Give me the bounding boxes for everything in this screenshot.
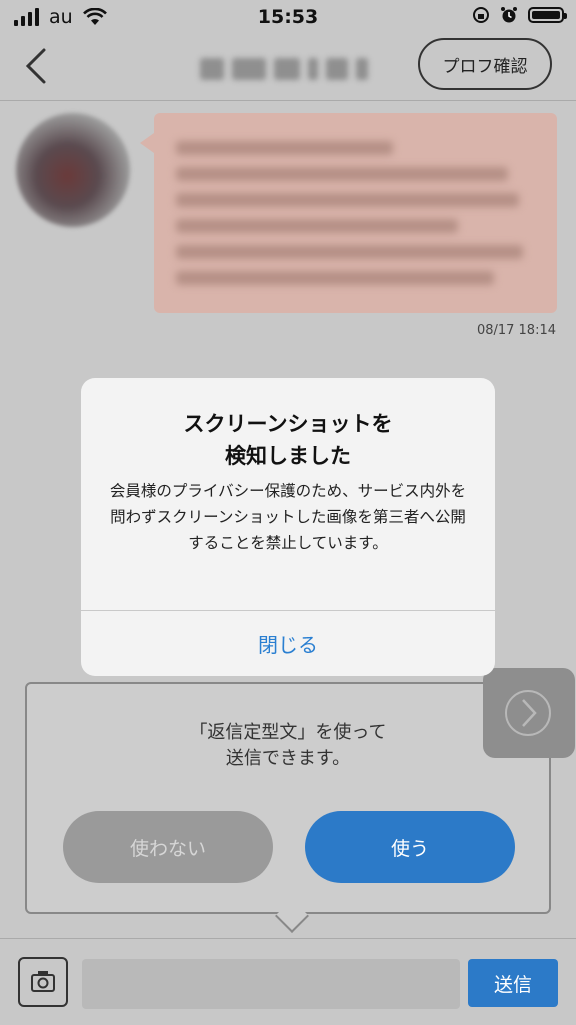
chevron-right-icon xyxy=(522,699,537,727)
alert-close-button[interactable]: 閉じる xyxy=(81,611,495,676)
message-input[interactable] xyxy=(82,959,460,1009)
battery-icon xyxy=(528,7,567,23)
alert-message: 会員様のプライバシー保護のため、サービス内外を問わずスクリーンショットした画像を… xyxy=(109,482,467,552)
avatar[interactable] xyxy=(16,113,130,227)
composer-bar: 送信 xyxy=(0,938,576,1025)
orientation-lock-icon xyxy=(473,7,489,23)
partner-name-blurred xyxy=(200,58,380,80)
template-prompt-line1: 「返信定型文」を使って xyxy=(189,722,387,743)
camera-button[interactable] xyxy=(18,957,68,1007)
status-bar: au 15:53 xyxy=(0,0,576,34)
message-timestamp: 08/17 18:14 xyxy=(476,323,556,338)
next-button[interactable] xyxy=(483,668,575,758)
send-button[interactable]: 送信 xyxy=(468,959,558,1007)
use-template-button[interactable]: 使う xyxy=(305,811,515,883)
profile-check-button[interactable]: プロフ確認 xyxy=(418,38,552,90)
nav-bar: プロフ確認 xyxy=(0,34,576,101)
camera-icon xyxy=(31,971,55,992)
template-prompt-line2: 送信できます。 xyxy=(225,748,351,769)
reply-template-prompt: 「返信定型文」を使って 送信できます。 使わない 使う xyxy=(25,682,551,914)
decline-template-button[interactable]: 使わない xyxy=(63,811,273,883)
alarm-icon xyxy=(501,7,517,23)
message-bubble-blurred xyxy=(140,113,557,313)
screenshot-detected-alert: スクリーンショットを 検知しました 会員様のプライバシー保護のため、サービス内外… xyxy=(81,378,495,676)
back-button[interactable] xyxy=(18,44,58,88)
chevron-left-icon xyxy=(25,48,46,84)
template-prompt-text: 「返信定型文」を使って 送信できます。 xyxy=(27,720,549,772)
alert-title: スクリーンショットを 検知しました xyxy=(183,412,393,468)
